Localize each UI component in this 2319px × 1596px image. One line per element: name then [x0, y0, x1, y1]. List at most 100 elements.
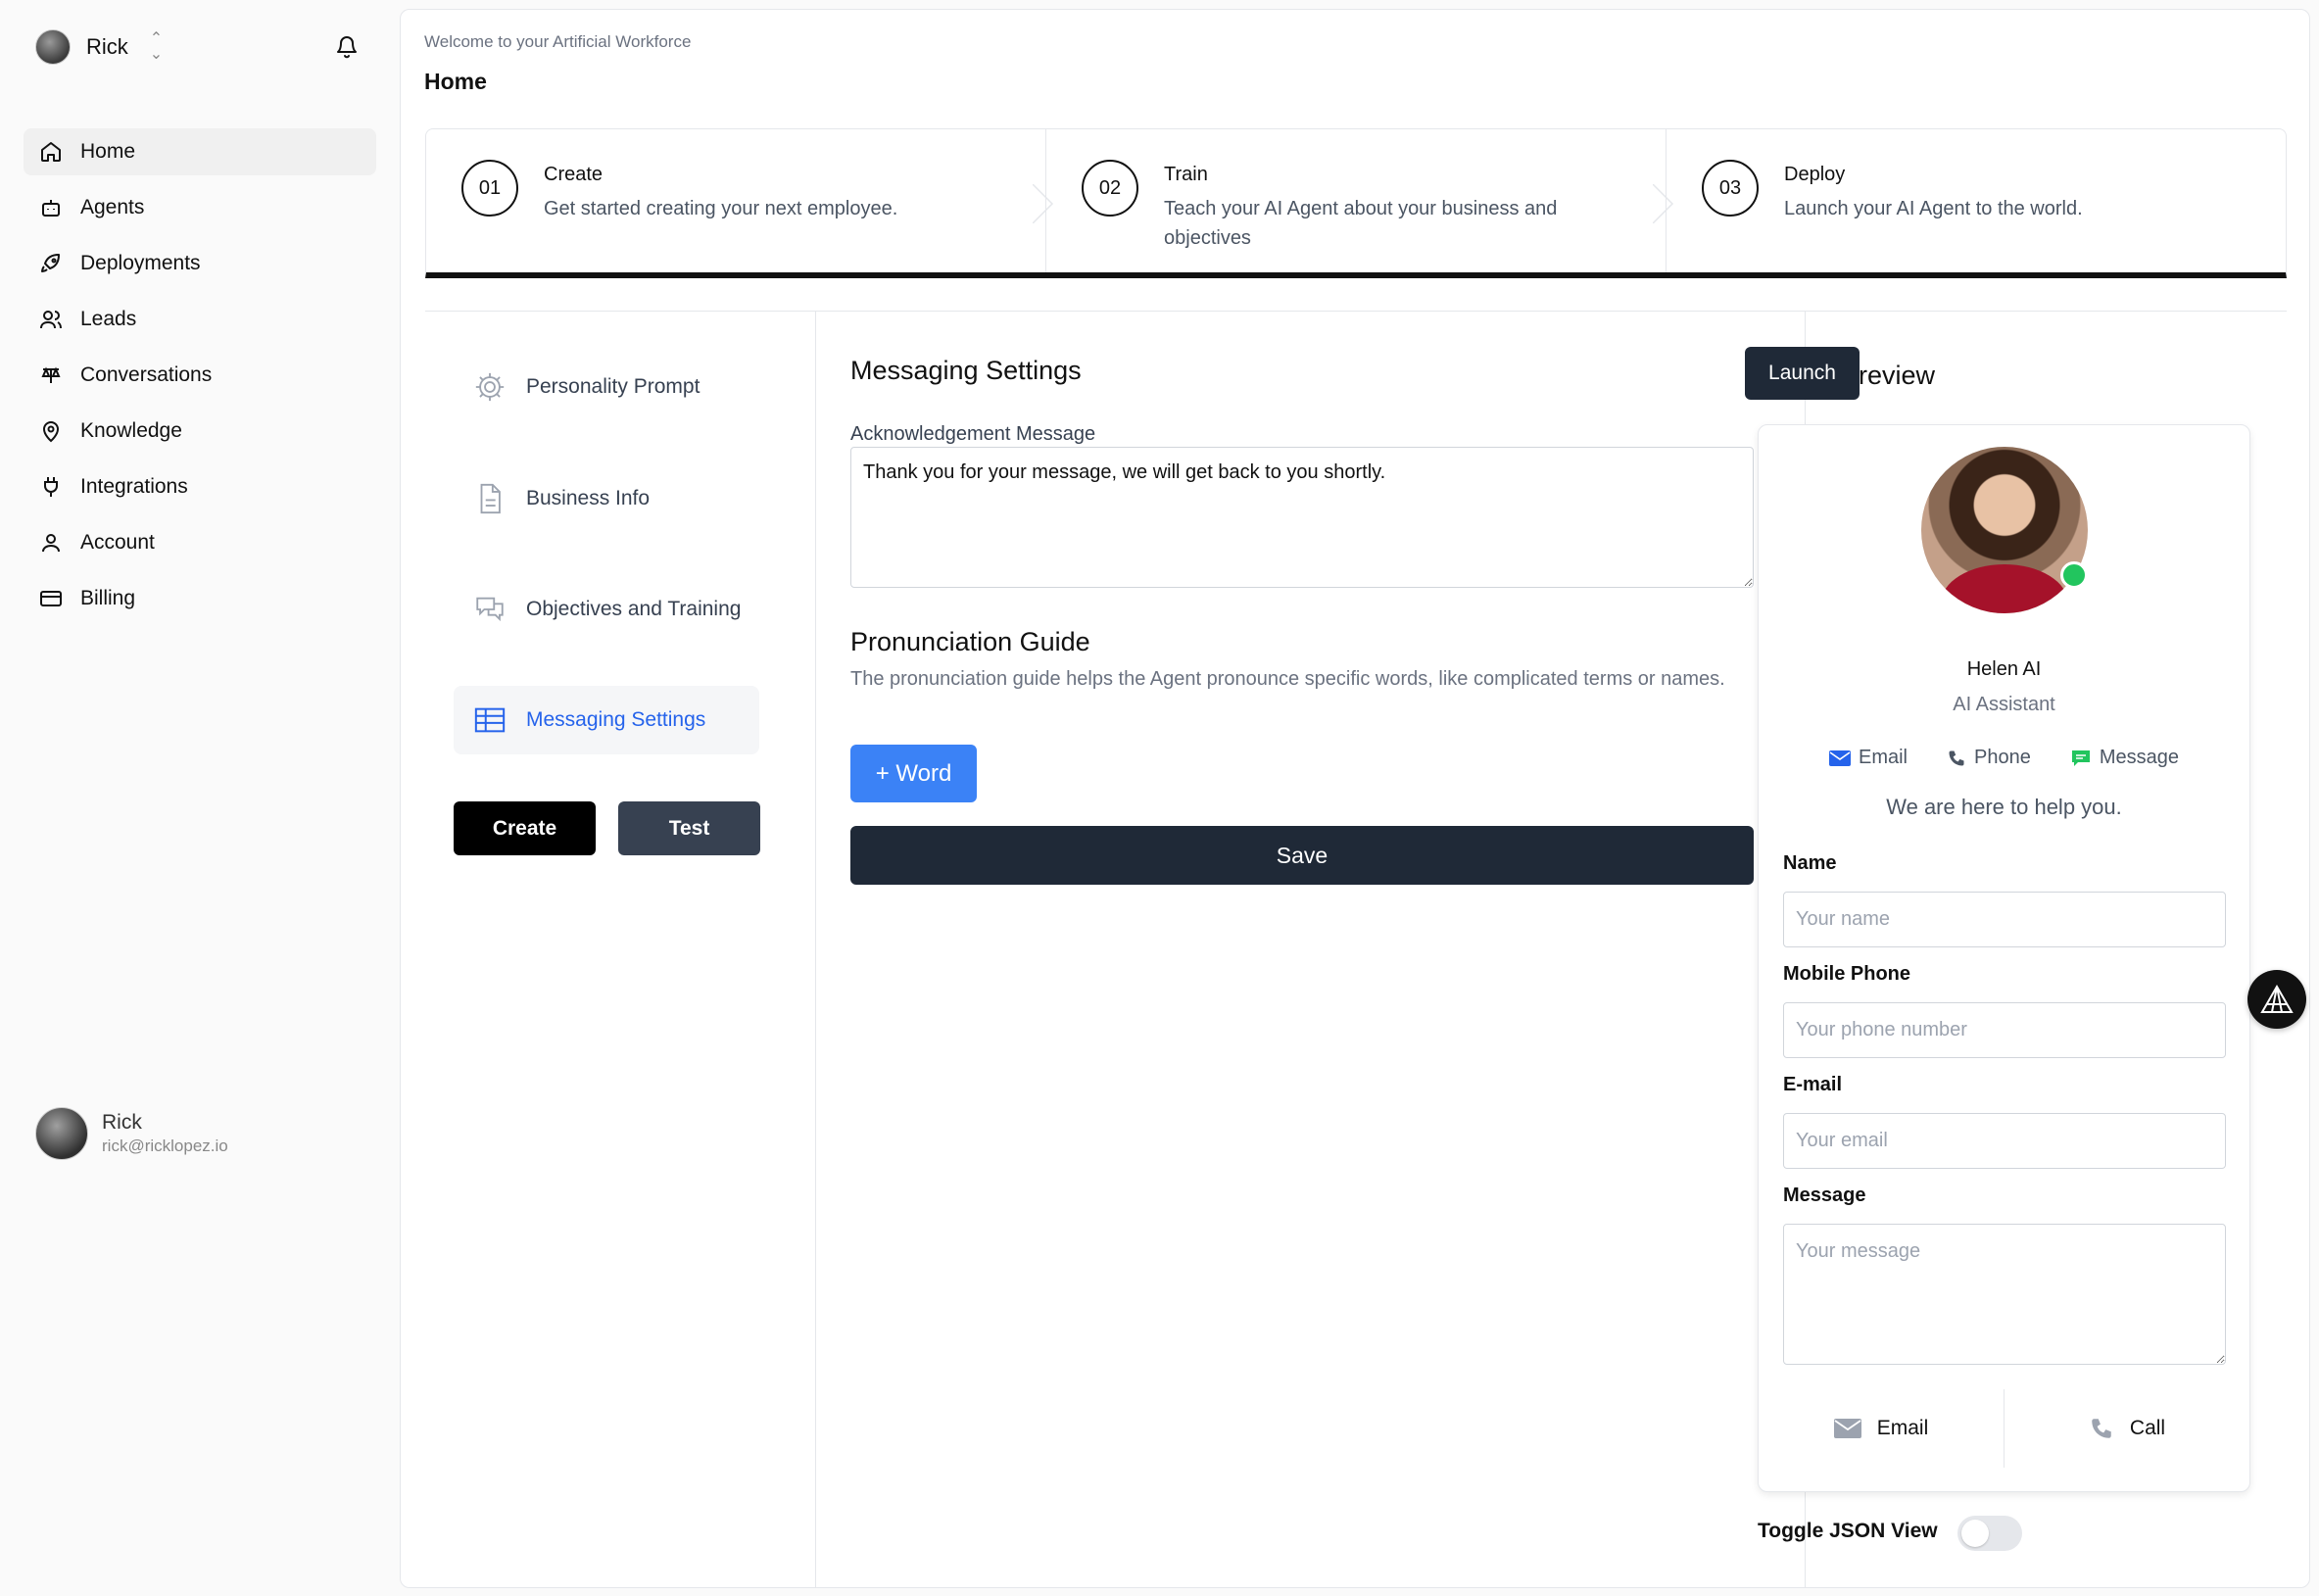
- tab-objectives-training[interactable]: Objectives and Training: [454, 575, 759, 644]
- bell-icon[interactable]: [335, 33, 359, 59]
- step-deploy[interactable]: 03 Deploy Launch your AI Agent to the wo…: [1666, 129, 2286, 272]
- toggle-json-switch[interactable]: [1957, 1516, 2022, 1551]
- tab-label: Business Info: [526, 487, 651, 509]
- user-name: Rick: [102, 1111, 142, 1134]
- rocket-icon: [39, 252, 63, 275]
- contact-phone-label: Phone: [1974, 747, 2031, 768]
- sidebar-item-label: Knowledge: [80, 419, 182, 442]
- envelope-icon: [1833, 1419, 1861, 1438]
- contact-message[interactable]: Message: [2070, 747, 2179, 769]
- sidebar-item-agents[interactable]: Agents: [24, 184, 376, 231]
- tab-personality-prompt[interactable]: Personality Prompt: [454, 353, 759, 421]
- agent-name: Helen AI: [1966, 658, 2042, 680]
- user-profile[interactable]: Rick rick@ricklopez.io: [35, 1107, 228, 1160]
- sidebar-item-leads[interactable]: Leads: [24, 296, 376, 343]
- preview-widget-card: Helen AI AI Assistant Email Phone Messag…: [1758, 424, 2250, 1492]
- call-action-button[interactable]: Call: [2004, 1389, 2249, 1468]
- test-button[interactable]: Test: [618, 801, 760, 855]
- name-label: Name: [1783, 852, 1837, 874]
- sidebar-item-label: Home: [80, 140, 136, 163]
- step-title: Train: [1164, 164, 1208, 185]
- settings-tabs: Personality Prompt Business Info Objecti…: [425, 312, 816, 1588]
- launch-button[interactable]: Launch: [1745, 347, 1860, 400]
- user-switcher[interactable]: Rick ⌃ ⌄: [35, 29, 163, 65]
- credit-card-icon: [39, 587, 63, 610]
- help-text: We are here to help you.: [1886, 795, 2122, 819]
- sidebar-item-label: Leads: [80, 308, 137, 330]
- step-title: Create: [544, 164, 604, 185]
- contact-email-label: Email: [1858, 747, 1908, 768]
- ack-message-field[interactable]: Thank you for your message, we will get …: [850, 447, 1754, 588]
- sidebar-item-label: Deployments: [80, 252, 201, 274]
- tab-label: Objectives and Training: [526, 598, 742, 620]
- sidebar-nav: Home Agents Deployments Leads Conversati…: [24, 128, 376, 631]
- avatar: [35, 1107, 88, 1160]
- email-action-button[interactable]: Email: [1759, 1389, 2004, 1468]
- user-name: Rick: [86, 34, 128, 59]
- user-email: rick@ricklopez.io: [102, 1137, 228, 1155]
- pronunciation-guide-title: Pronunciation Guide: [850, 627, 1090, 656]
- tab-business-info[interactable]: Business Info: [454, 464, 759, 533]
- chevron-updown-icon: ⌃ ⌄: [149, 30, 164, 63]
- sidebar-item-account[interactable]: Account: [24, 519, 376, 566]
- message-field[interactable]: [1783, 1224, 2226, 1365]
- section-title: Messaging Settings: [850, 356, 1082, 385]
- sidebar-item-knowledge[interactable]: Knowledge: [24, 408, 376, 455]
- step-number: 02: [1082, 160, 1138, 217]
- tab-label: Personality Prompt: [526, 375, 701, 398]
- step-description: Launch your AI Agent to the world.: [1784, 198, 2083, 219]
- online-status-dot: [2060, 561, 2088, 589]
- ack-message-label: Acknowledgement Message: [850, 423, 1096, 445]
- sidebar-item-billing[interactable]: Billing: [24, 575, 376, 622]
- avatar: [35, 29, 71, 65]
- sidebar-item-label: Billing: [80, 587, 136, 609]
- sidebar-item-home[interactable]: Home: [24, 128, 376, 175]
- sidebar-item-label: Account: [80, 531, 155, 554]
- contact-phone[interactable]: Phone: [1947, 747, 2031, 769]
- toggle-json-label: Toggle JSON View: [1758, 1520, 1938, 1542]
- name-field[interactable]: [1783, 892, 2226, 947]
- phone-field[interactable]: [1783, 1002, 2226, 1058]
- steps-progress: 01 Create Get started creating your next…: [425, 128, 2287, 278]
- step-create[interactable]: 01 Create Get started creating your next…: [426, 129, 1054, 272]
- step-train[interactable]: 02 Train Teach your AI Agent about your …: [1045, 129, 1674, 272]
- step-number: 03: [1702, 160, 1759, 217]
- mobile-phone-label: Mobile Phone: [1783, 963, 1910, 985]
- sidebar-item-conversations[interactable]: Conversations: [24, 352, 376, 399]
- chat-icon: [2070, 749, 2092, 768]
- widget-actions: Email Call: [1759, 1389, 2249, 1468]
- page-title: Home: [424, 69, 487, 94]
- conversations-icon: [39, 363, 63, 387]
- message-label: Message: [1783, 1185, 1866, 1206]
- welcome-text: Welcome to your Artificial Workforce: [424, 32, 692, 51]
- user-icon: [39, 531, 63, 555]
- plug-icon: [39, 475, 63, 499]
- users-icon: [39, 308, 63, 331]
- contact-email[interactable]: Email: [1828, 747, 1908, 769]
- email-action-label: Email: [1876, 1417, 1929, 1439]
- assistant-fab-button[interactable]: [2247, 970, 2306, 1029]
- contact-options: Email Phone Message: [1759, 747, 2249, 769]
- agent-role: AI Assistant: [1953, 694, 2055, 715]
- add-word-button[interactable]: + Word: [850, 745, 977, 802]
- toggle-knob: [1961, 1520, 1989, 1547]
- envelope-icon: [1828, 750, 1851, 766]
- step-description: Get started creating your next employee.: [544, 198, 898, 219]
- chat-bubbles-icon: [473, 593, 507, 626]
- sidebar-item-label: Integrations: [80, 475, 188, 498]
- sidebar-item-integrations[interactable]: Integrations: [24, 463, 376, 510]
- step-description: Teach your AI Agent about your business …: [1164, 198, 1558, 249]
- pronunciation-guide-description: The pronunciation guide helps the Agent …: [850, 668, 1725, 690]
- map-pin-icon: [39, 419, 63, 443]
- document-icon: [473, 482, 507, 515]
- save-button[interactable]: Save: [850, 826, 1754, 885]
- email-field[interactable]: [1783, 1113, 2226, 1169]
- email-label: E-mail: [1783, 1074, 1843, 1095]
- step-title: Deploy: [1784, 164, 1846, 185]
- create-button[interactable]: Create: [454, 801, 596, 855]
- sidebar-item-label: Conversations: [80, 363, 213, 386]
- home-icon: [39, 140, 63, 164]
- sidebar-item-deployments[interactable]: Deployments: [24, 240, 376, 287]
- gear-icon: [473, 370, 507, 404]
- tab-messaging-settings[interactable]: Messaging Settings: [454, 686, 759, 754]
